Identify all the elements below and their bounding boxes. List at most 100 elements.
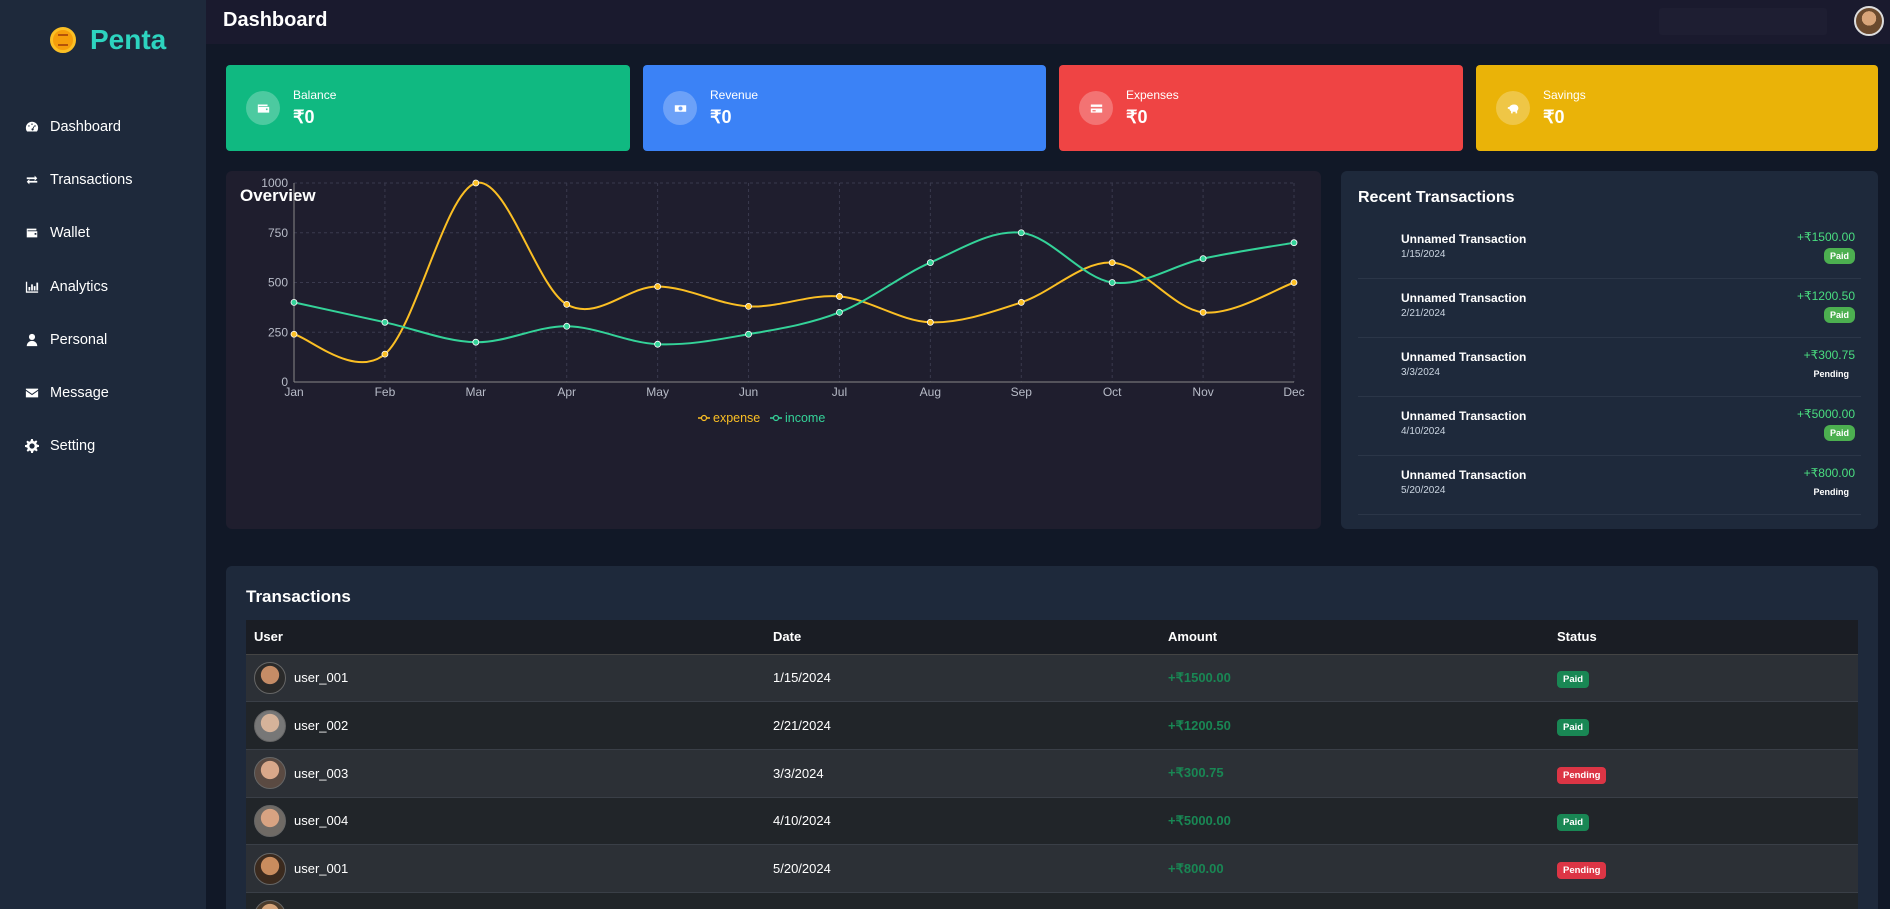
sidebar-item-label: Setting (50, 438, 96, 455)
income-data-point (563, 322, 571, 330)
column-header-status[interactable]: Status (1549, 620, 1858, 655)
sidebar-item-label: Analytics (50, 278, 109, 295)
user-cell: user_003 (246, 749, 765, 798)
overview-panel: Overview 0 250 500 750 1000 Jan Feb Mar Apr May Ju… (226, 171, 1321, 529)
exchange-icon (24, 172, 39, 187)
table-row[interactable]: user_004 4/10/2024 +₹5000.00 Paid (246, 797, 1858, 846)
date-cell: 3/3/2024 (765, 749, 1160, 798)
sidebar-nav: Dashboard Transactions Wallet Analytics … (0, 100, 206, 473)
sidebar-item-label: Personal (50, 331, 108, 348)
table-row[interactable]: user_001 5/20/2024 +₹800.00 Pending (246, 844, 1858, 893)
sidebar-item-dashboard[interactable]: Dashboard (0, 100, 206, 153)
expense-data-point (1199, 308, 1207, 316)
user-cell: user_001 (246, 844, 765, 893)
legend-label: expense (713, 411, 760, 425)
recent-item-name: Unnamed Transaction (1401, 468, 1527, 482)
table-row[interactable]: user_003 3/3/2024 +₹300.75 Pending (246, 749, 1858, 798)
page-title: Dashboard (223, 9, 328, 31)
user-avatar[interactable] (1854, 6, 1884, 36)
status-badge: Paid (1823, 425, 1855, 441)
user-cell: user_001 (246, 654, 765, 703)
sidebar-item-setting[interactable]: Setting (0, 420, 206, 473)
status-badge: Paid (1557, 719, 1590, 737)
income-data-point (381, 318, 389, 326)
recent-item[interactable]: Unnamed Transaction 4/10/2024 +₹5000.00 … (1358, 397, 1861, 456)
x-tick-label: Oct (1103, 385, 1122, 399)
date-cell: 5/20/2024 (765, 844, 1160, 893)
sidebar-item-transactions[interactable]: Transactions (0, 153, 206, 206)
y-tick-label: 750 (268, 226, 288, 240)
user-cell: user_004 (246, 797, 765, 846)
income-series-line (293, 231, 1295, 346)
recent-item[interactable]: Unnamed Transaction 3/3/2024 +₹300.75 Pe… (1358, 338, 1861, 397)
x-tick-label: Mar (465, 385, 486, 399)
sidebar-item-analytics[interactable]: Analytics (0, 260, 206, 313)
sidebar-item-personal[interactable]: Personal (0, 313, 206, 366)
coin-logo-icon (50, 27, 76, 53)
x-tick-label: Feb (375, 385, 396, 399)
table-row[interactable] (246, 892, 1858, 909)
transactions-title: Transactions (246, 587, 351, 606)
x-tick-label: Jul (832, 385, 847, 399)
x-tick-label: Sep (1011, 385, 1033, 399)
recent-item-date: 2/21/2024 (1401, 308, 1446, 319)
expense-data-point (381, 350, 389, 358)
sidebar-item-message[interactable]: Message (0, 366, 206, 419)
legend-swatch-marker (700, 414, 708, 422)
recent-item-name: Unnamed Transaction (1401, 232, 1527, 246)
expense-data-point (654, 283, 662, 290)
column-header-amount[interactable]: Amount (1160, 620, 1549, 655)
recent-item-amount: +₹5000.00 (1796, 407, 1855, 421)
sidebar-item-label: Transactions (50, 171, 133, 188)
recent-item-name: Unnamed Transaction (1401, 409, 1527, 423)
y-tick-label: 500 (268, 276, 288, 290)
y-tick-label: 1000 (261, 176, 288, 190)
credit-card-icon (1079, 91, 1113, 125)
card-value: ₹0 (1126, 107, 1148, 127)
revenue-card: Revenue ₹0 (643, 65, 1046, 151)
user-name: user_002 (294, 718, 349, 734)
amount-cell: +₹1500.00 (1160, 654, 1549, 703)
brand[interactable]: Penta (50, 24, 166, 56)
amount-cell: +₹5000.00 (1160, 797, 1549, 846)
status-badge: Paid (1823, 248, 1855, 264)
x-tick-label: Dec (1283, 385, 1304, 399)
table-row[interactable]: user_002 2/21/2024 +₹1200.50 Paid (246, 701, 1858, 750)
overview-line-chart[interactable]: 02505007501000Jan Feb Mar Apr May Jun Jul Aug Se… (226, 171, 1321, 529)
income-data-point (836, 308, 843, 316)
brand-name: Penta (90, 24, 167, 55)
amount-cell: +₹1200.50 (1160, 701, 1549, 750)
expense-data-point (1290, 279, 1298, 286)
x-tick-label: Jun (739, 385, 758, 399)
recent-item-amount: +₹1500.00 (1796, 230, 1855, 244)
search-input[interactable] (1659, 8, 1827, 35)
x-tick-label: Jan (284, 385, 303, 399)
expense-data-point (745, 302, 752, 310)
income-data-point (745, 330, 752, 338)
card-label: Revenue (710, 88, 759, 102)
amount-cell: +₹300.75 (1160, 749, 1549, 798)
topbar: Dashboard (206, 0, 1890, 44)
table-row[interactable]: user_001 1/15/2024 +₹1500.00 Paid (246, 654, 1858, 703)
column-header-user[interactable]: User (246, 620, 765, 655)
card-label: Expenses (1126, 88, 1179, 102)
user-cell: user_002 (246, 701, 765, 750)
recent-item[interactable]: Unnamed Transaction 1/15/2024 +₹1500.00 … (1358, 220, 1861, 279)
amount-cell: +₹800.00 (1160, 844, 1549, 893)
sidebar-item-label: Message (50, 385, 109, 402)
x-tick-label: Apr (557, 385, 576, 399)
column-header-date[interactable]: Date (765, 620, 1160, 655)
status-badge: Pending (1557, 862, 1607, 880)
recent-item[interactable]: Unnamed Transaction 5/20/2024 +₹800.00 P… (1358, 456, 1861, 515)
recent-item-date: 5/20/2024 (1401, 485, 1446, 496)
sidebar-item-wallet[interactable]: Wallet (0, 207, 206, 260)
card-value: ₹0 (293, 107, 315, 127)
legend-swatch-marker (772, 414, 780, 422)
sidebar-item-label: Dashboard (50, 118, 121, 135)
expense-series-line (293, 181, 1295, 363)
recent-title: Recent Transactions (1358, 189, 1515, 206)
x-tick-label: Nov (1192, 385, 1213, 399)
recent-item[interactable]: Unnamed Transaction 2/21/2024 +₹1200.50 … (1358, 279, 1861, 338)
recent-list: Unnamed Transaction 1/15/2024 +₹1500.00 … (1358, 220, 1861, 515)
avatar (254, 804, 286, 837)
